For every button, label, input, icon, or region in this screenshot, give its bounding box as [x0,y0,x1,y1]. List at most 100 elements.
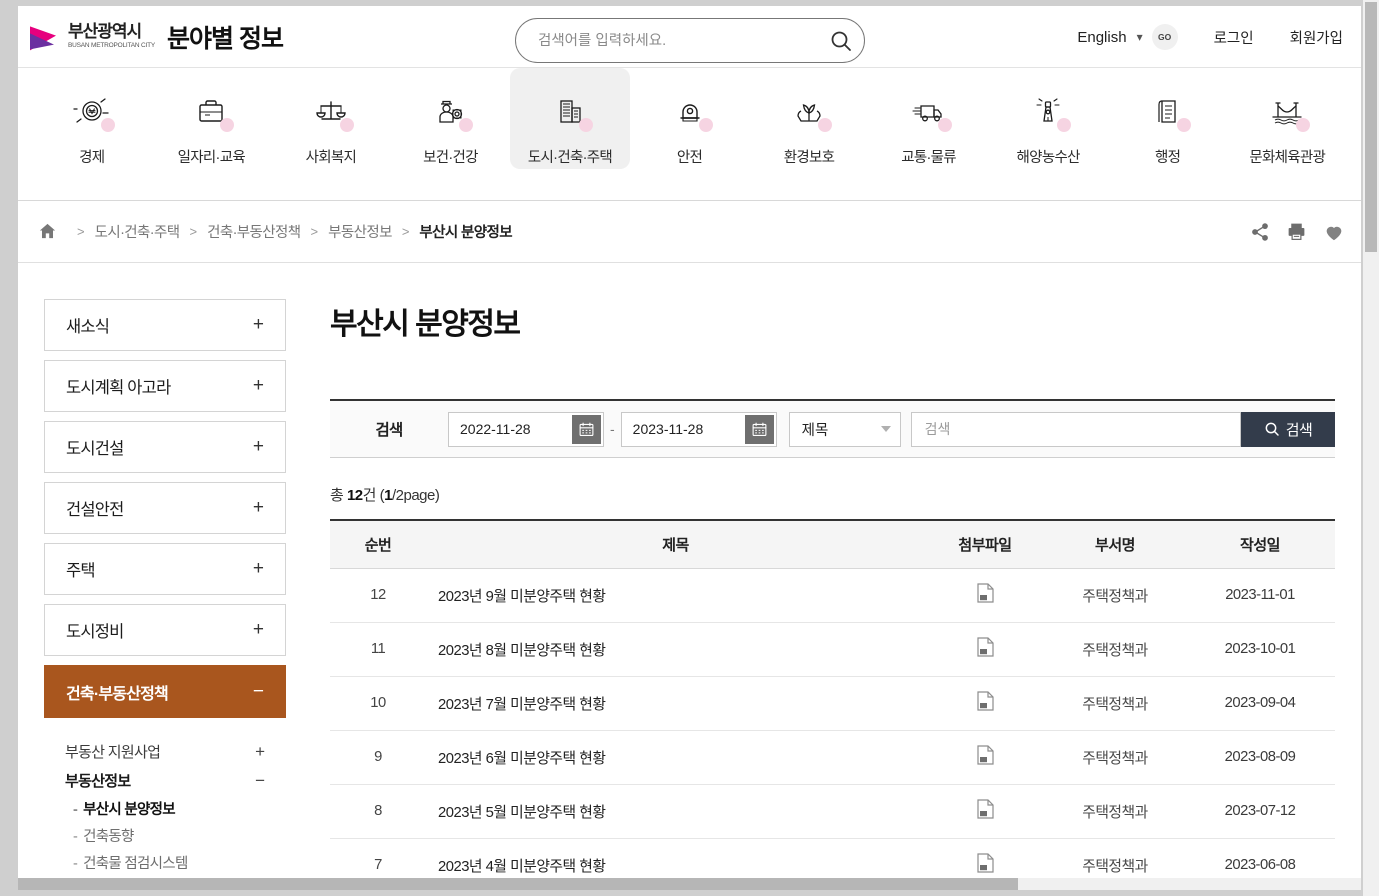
keyword-field[interactable] [911,412,1241,447]
cell-attachment[interactable] [925,676,1045,730]
cell-title[interactable]: 2023년 9월 미분양주택 현황 [426,568,925,622]
sidebar-item-construction-safety[interactable]: 건설안전 + [44,482,286,534]
file-icon[interactable] [977,583,994,607]
accent-dot [818,118,832,132]
nav-item-marine-agriculture[interactable]: 해양농수산 [988,68,1108,169]
sidebar-subitem-realestate-support[interactable]: 부동산 지원사업 + [47,737,283,766]
nav-item-urban-architecture-housing[interactable]: 도시·건축·주택 [510,68,630,169]
nav-item-transport-logistics[interactable]: 교통·물류 [869,68,989,169]
file-icon[interactable] [977,799,994,823]
cell-dept: 주택정책과 [1045,676,1185,730]
cell-attachment[interactable] [925,622,1045,676]
header-search-input[interactable] [516,33,818,49]
nav-label: 사회복지 [306,146,357,167]
sidebar-label: 새소식 [66,313,109,337]
briefcase-icon [185,88,237,136]
filter-label: 검색 [330,418,448,440]
breadcrumb-separator: > [77,224,85,239]
file-icon[interactable] [977,745,994,769]
table-row[interactable]: 8 2023년 5월 미분양주택 현황 주택정책과 [330,784,1335,838]
scrollbar-thumb[interactable] [18,878,1018,890]
date-to-field[interactable] [621,412,777,447]
sidebar-item-urban-renewal[interactable]: 도시정비 + [44,604,286,656]
header-search-button[interactable] [818,19,864,62]
date-from-field[interactable] [448,412,604,447]
date-to-input[interactable] [622,421,732,437]
header-search-box[interactable] [515,18,865,63]
sidebar-item-housing[interactable]: 주택 + [44,543,286,595]
search-submit-button[interactable]: 검색 [1241,412,1335,447]
scrollbar-thumb[interactable] [1365,2,1377,252]
breadcrumb-item-current: 부산시 분양정보 [419,221,512,242]
nav-item-safety[interactable]: 안전 [630,68,750,169]
nav-item-culture-sports-tourism[interactable]: 문화체육관광 [1227,68,1347,169]
page-title: 부산시 분양정보 [330,299,1335,343]
keyword-input[interactable] [912,413,1240,446]
nav-label: 안전 [677,146,702,167]
cell-num: 10 [330,676,426,730]
table-row[interactable]: 12 2023년 9월 미분양주택 현황 주택정책과 [330,568,1335,622]
breadcrumb-item-3[interactable]: 부동산정보 [328,221,392,242]
calendar-icon[interactable] [745,415,774,444]
cell-num: 12 [330,568,426,622]
sidebar-subitem-realestate-info[interactable]: 부동산정보 − [47,766,283,795]
expand-icon: + [253,375,264,397]
sidebar-item-architecture-realestate-policy[interactable]: 건축·부동산정책 − [44,665,286,718]
login-link[interactable]: 로그인 [1214,27,1254,48]
table-row[interactable]: 10 2023년 7월 미분양주택 현황 주택정책과 [330,676,1335,730]
accent-dot [101,118,115,132]
date-from-input[interactable] [449,421,559,437]
signup-link[interactable]: 회원가입 [1290,27,1343,48]
file-icon[interactable] [977,637,994,661]
table-row[interactable]: 9 2023년 6월 미분양주택 현황 주택정책과 [330,730,1335,784]
language-selector[interactable]: English ▾ GO [1077,24,1177,50]
sidebar-label: 건설안전 [66,496,124,520]
breadcrumb-item-1[interactable]: 도시·건축·주택 [95,221,180,242]
file-icon[interactable] [977,691,994,715]
file-icon[interactable] [977,853,994,877]
heart-icon[interactable] [1323,221,1345,243]
breadcrumb-item-2[interactable]: 건축·부동산정책 [207,221,300,242]
sidebar-subitem-building-inspection-system[interactable]: - 건축물 점검시스템 [47,849,283,876]
sidebar-label: 도시계획 아고라 [66,374,170,398]
brand-logo[interactable]: 부산광역시 BUSAN METROPOLITAN CITY 분야별 정보 [28,19,283,55]
cell-title[interactable]: 2023년 6월 미분양주택 현황 [426,730,925,784]
search-field-select[interactable]: 제목 [789,412,901,447]
truck-icon [903,88,955,136]
col-header-dept: 부서명 [1045,520,1185,568]
sidebar-subitem-busan-sale-info[interactable]: - 부산시 분양정보 [47,795,283,822]
nav-item-economy[interactable]: 경제 [32,68,152,169]
search-icon [1264,421,1280,437]
calendar-icon[interactable] [572,415,601,444]
sidebar-item-urban-construction[interactable]: 도시건설 + [44,421,286,473]
expand-icon: + [255,742,265,762]
language-go-button[interactable]: GO [1152,24,1178,50]
nav-item-administration[interactable]: 행정 [1108,68,1228,169]
horizontal-scrollbar[interactable] [18,878,1361,890]
print-icon[interactable] [1286,221,1307,242]
sidebar-sublabel: 부산시 분양정보 [83,798,265,819]
breadcrumb-separator: > [402,224,410,239]
sidebar-item-news[interactable]: 새소식 + [44,299,286,351]
cell-title[interactable]: 2023년 7월 미분양주택 현황 [426,676,925,730]
cell-attachment[interactable] [925,730,1045,784]
sidebar-subitem-architecture-trends[interactable]: - 건축동향 [47,822,283,849]
sidebar-item-urban-plan-agora[interactable]: 도시계획 아고라 + [44,360,286,412]
cell-attachment[interactable] [925,568,1045,622]
nav-item-health[interactable]: 보건·건강 [391,68,511,169]
siren-icon [664,88,716,136]
sidebar-submenu: 부동산 지원사업 + 부동산정보 − - 부산시 분양정보 - 건축동향 - [44,727,286,890]
cell-title[interactable]: 2023년 5월 미분양주택 현황 [426,784,925,838]
nav-item-environment[interactable]: 환경보호 [749,68,869,169]
table-head: 순번 제목 첨부파일 부서명 작성일 [330,520,1335,568]
nav-label: 일자리·교육 [178,146,245,167]
bridge-icon [1261,88,1313,136]
cell-title[interactable]: 2023년 8월 미분양주택 현황 [426,622,925,676]
share-icon[interactable] [1250,222,1270,242]
home-icon[interactable] [38,222,57,241]
cell-attachment[interactable] [925,784,1045,838]
nav-item-social-welfare[interactable]: 사회복지 [271,68,391,169]
table-row[interactable]: 11 2023년 8월 미분양주택 현황 주택정책과 [330,622,1335,676]
nav-item-jobs-education[interactable]: 일자리·교육 [152,68,272,169]
vertical-scrollbar[interactable] [1363,0,1379,896]
